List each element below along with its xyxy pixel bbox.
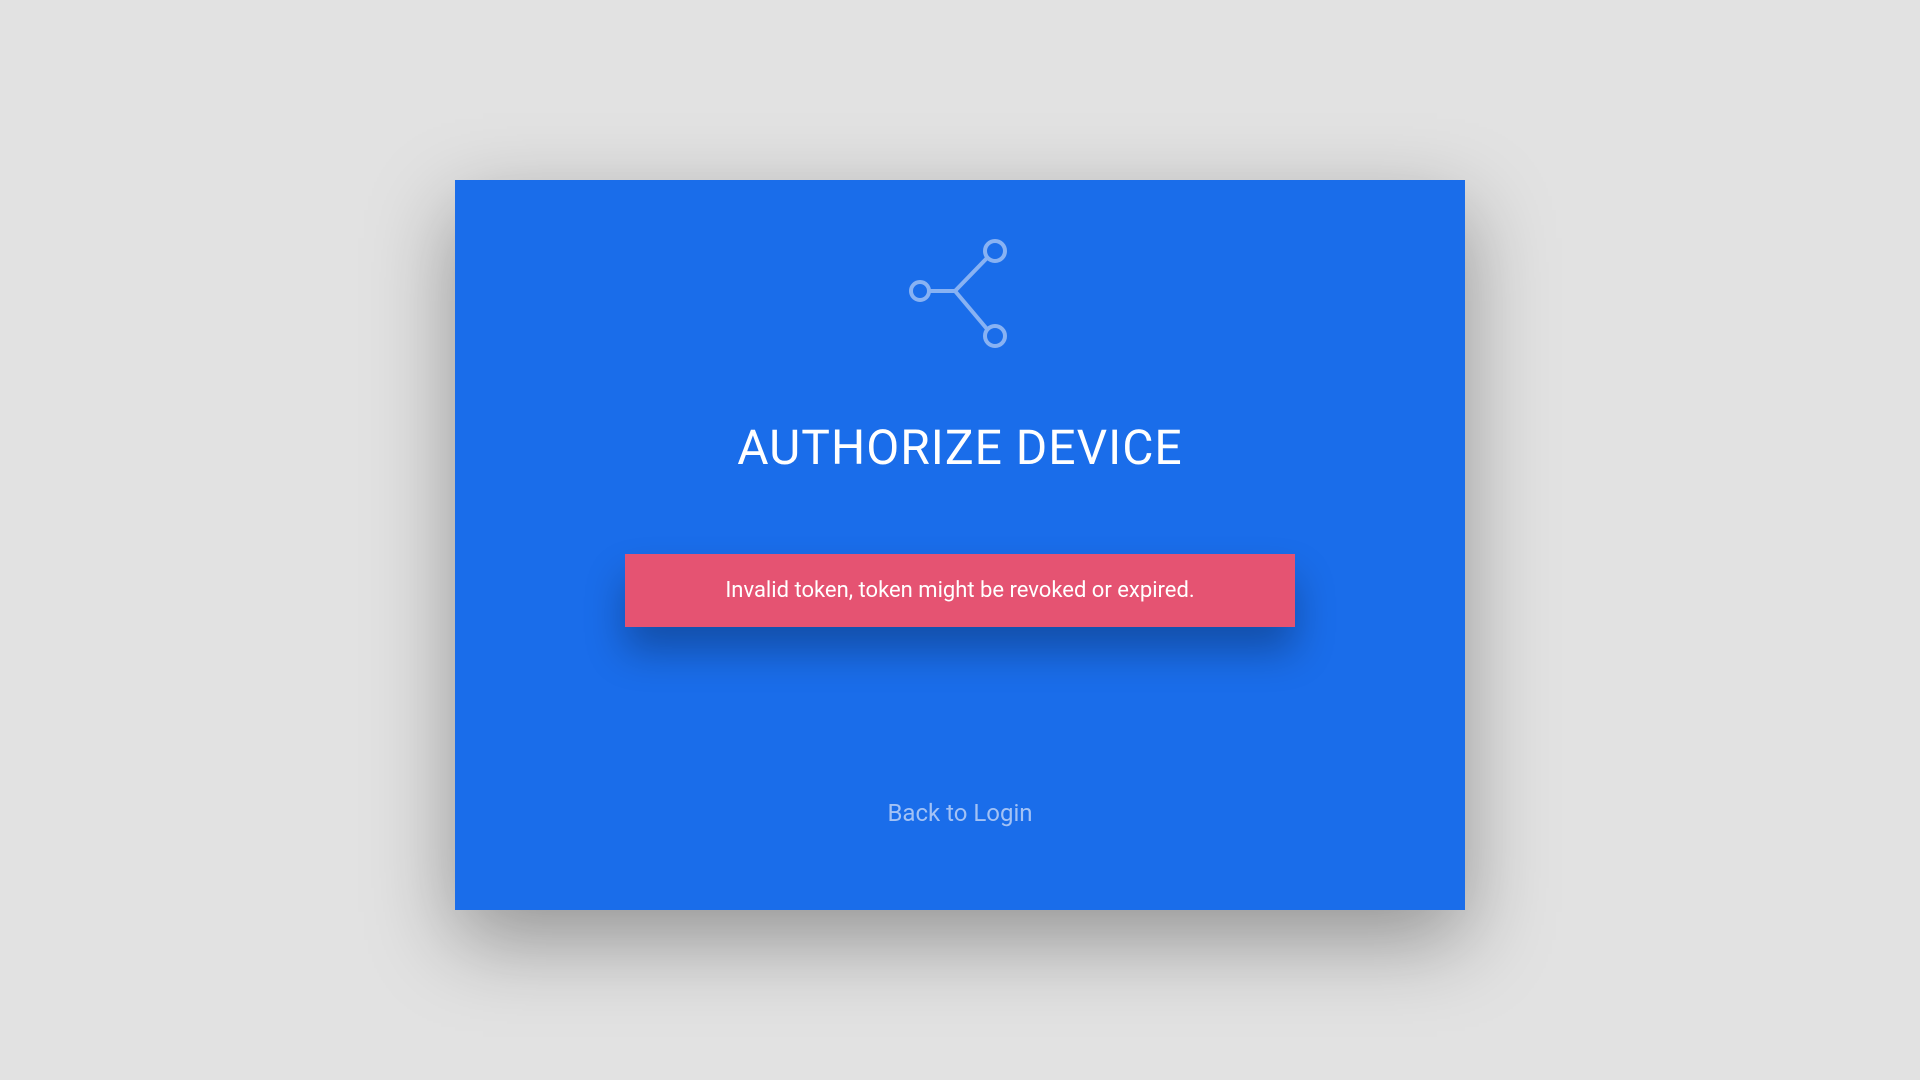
error-message-banner: Invalid token, token might be revoked or… (625, 554, 1295, 627)
authorize-device-card: AUTHORIZE DEVICE Invalid token, token mi… (455, 180, 1465, 910)
page-title: AUTHORIZE DEVICE (737, 419, 1182, 476)
back-to-login-link[interactable]: Back to Login (887, 799, 1032, 827)
network-logo-icon (905, 236, 1015, 351)
